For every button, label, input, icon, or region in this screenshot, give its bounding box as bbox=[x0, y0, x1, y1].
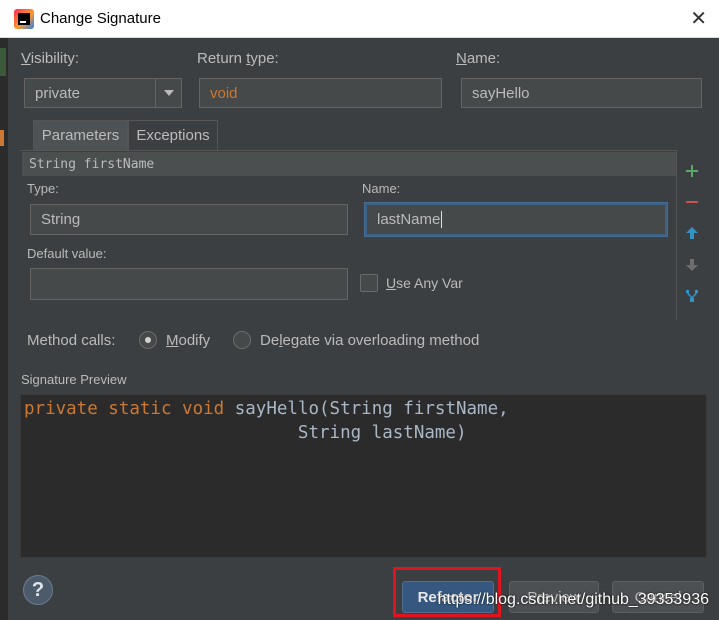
parameter-list-row[interactable]: String firstName bbox=[22, 152, 676, 176]
parameter-row-text: String firstName bbox=[29, 156, 155, 172]
param-name-label: Name: bbox=[362, 181, 401, 196]
delegate-radio[interactable] bbox=[233, 331, 251, 349]
visibility-label: Visibility: bbox=[21, 50, 79, 67]
move-down-icon[interactable] bbox=[684, 257, 700, 273]
visibility-value: private bbox=[35, 84, 81, 102]
close-icon[interactable]: ✕ bbox=[690, 6, 707, 30]
return-type-label-pre: Return bbox=[197, 50, 247, 67]
text-cursor bbox=[441, 211, 443, 228]
return-type-value: void bbox=[210, 84, 238, 102]
remove-icon[interactable] bbox=[684, 194, 700, 210]
param-type-field[interactable]: String bbox=[30, 204, 348, 235]
delegate-text-pre: De bbox=[260, 332, 280, 349]
editor-edge bbox=[0, 38, 8, 620]
return-type-field[interactable]: void bbox=[199, 78, 442, 108]
tab-parameters[interactable]: Parameters bbox=[33, 120, 128, 150]
delegate-label[interactable]: Delegate via overloading method bbox=[260, 332, 479, 349]
window-title: Change Signature bbox=[40, 10, 161, 27]
move-up-icon[interactable] bbox=[684, 225, 700, 241]
modify-mnemonic: M bbox=[166, 332, 179, 349]
modify-text: odify bbox=[178, 332, 211, 349]
tab-parameters-label: Parameters bbox=[41, 127, 120, 144]
preview-keywords: private static void bbox=[24, 399, 225, 419]
tab-exceptions-label: Exceptions bbox=[136, 127, 210, 144]
name-label-text: ame: bbox=[466, 50, 501, 67]
preview-line1: sayHello(String firstName, bbox=[224, 399, 509, 419]
parameters-toolbar bbox=[676, 150, 706, 320]
method-name-value: sayHello bbox=[472, 84, 530, 102]
method-name-field[interactable]: sayHello bbox=[461, 78, 702, 108]
editor-edge-marker bbox=[0, 48, 6, 76]
return-type-label-post: ype: bbox=[250, 50, 279, 67]
param-type-value: String bbox=[41, 211, 81, 228]
watermark-text: https://blog.csdn.net/github_39353936 bbox=[437, 591, 709, 608]
param-name-value: lastName bbox=[377, 211, 441, 228]
preview-line2: String lastName) bbox=[24, 423, 467, 443]
name-mnemonic: N bbox=[456, 50, 467, 67]
tab-exceptions[interactable]: Exceptions bbox=[128, 120, 218, 150]
delegate-text-post: egate via overloading method bbox=[282, 332, 480, 349]
name-label: Name: bbox=[456, 50, 500, 67]
param-type-label: Type: bbox=[27, 181, 59, 196]
window-titlebar: Change Signature ✕ bbox=[0, 0, 719, 38]
method-calls-label: Method calls: bbox=[27, 332, 116, 349]
visibility-label-text: isibility: bbox=[30, 50, 80, 67]
signature-preview-label: Signature Preview bbox=[21, 372, 127, 387]
chevron-down-icon[interactable] bbox=[155, 79, 181, 107]
editor-edge-marker bbox=[0, 130, 4, 146]
propagate-icon[interactable] bbox=[684, 288, 700, 304]
visibility-mnemonic: V bbox=[21, 50, 31, 67]
visibility-combobox[interactable]: private bbox=[24, 78, 182, 108]
modify-label[interactable]: Modify bbox=[166, 332, 210, 349]
use-any-var-label[interactable]: Use Any Var bbox=[386, 275, 463, 291]
add-icon[interactable] bbox=[684, 163, 700, 179]
param-name-field[interactable]: lastName bbox=[365, 203, 667, 236]
use-any-var-text: se Any Var bbox=[396, 275, 463, 291]
signature-preview-editor[interactable]: private static void sayHello(String firs… bbox=[20, 394, 707, 558]
use-any-var-checkbox[interactable] bbox=[360, 274, 378, 292]
use-any-var-mnemonic: U bbox=[386, 275, 397, 291]
help-button[interactable]: ? bbox=[23, 575, 53, 605]
default-value-field[interactable] bbox=[30, 268, 348, 300]
modify-radio[interactable] bbox=[139, 331, 157, 349]
intellij-app-icon bbox=[14, 9, 34, 29]
default-value-label: Default value: bbox=[27, 246, 107, 261]
return-type-label: Return type: bbox=[197, 50, 279, 67]
